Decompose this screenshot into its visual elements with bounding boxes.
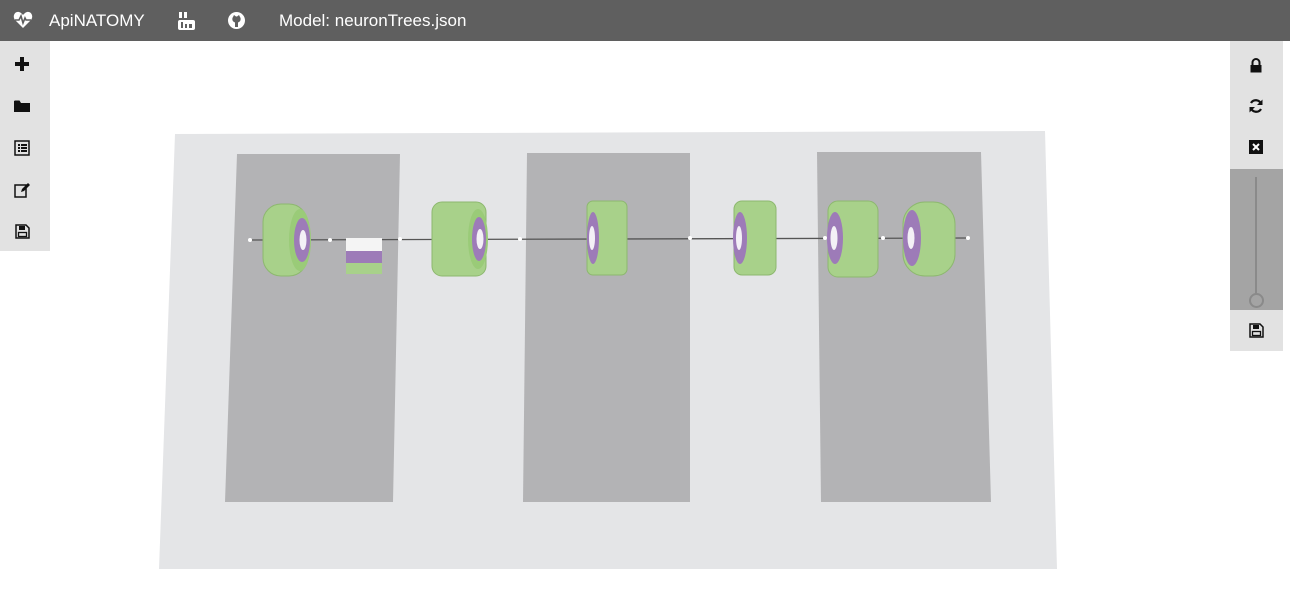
youtube-icon[interactable] bbox=[178, 11, 195, 30]
lyph-2[interactable] bbox=[346, 238, 382, 274]
right-edge bbox=[1283, 41, 1290, 597]
list-icon[interactable] bbox=[0, 128, 44, 168]
panel-left bbox=[225, 154, 400, 502]
top-bar: ApiNATOMY Model: neuronTrees.json bbox=[0, 0, 1290, 41]
save-icon[interactable] bbox=[0, 211, 44, 251]
refresh-icon[interactable] bbox=[1234, 86, 1278, 126]
github-icon[interactable] bbox=[228, 12, 245, 29]
lyph-5[interactable] bbox=[733, 200, 777, 276]
left-toolbar bbox=[0, 41, 50, 251]
lock-icon[interactable] bbox=[1234, 45, 1278, 85]
lyph-1[interactable] bbox=[262, 203, 311, 277]
lyph-6[interactable] bbox=[827, 200, 879, 278]
zoom-slider[interactable] bbox=[1230, 169, 1283, 310]
lyph-7[interactable] bbox=[902, 201, 956, 277]
lyph-3[interactable] bbox=[431, 201, 488, 277]
slider-thumb[interactable] bbox=[1249, 293, 1264, 308]
model-label: Model: neuronTrees.json bbox=[279, 11, 467, 30]
heartbeat-icon[interactable] bbox=[13, 11, 33, 29]
scene-viewport[interactable] bbox=[50, 41, 1230, 597]
lyph-4[interactable] bbox=[586, 200, 628, 276]
slider-track[interactable] bbox=[1255, 177, 1257, 301]
close-icon[interactable] bbox=[1234, 127, 1278, 167]
edit-icon[interactable] bbox=[0, 170, 44, 210]
right-toolbar bbox=[1230, 41, 1283, 351]
scene-canvas[interactable] bbox=[50, 41, 1230, 597]
plus-icon[interactable] bbox=[0, 44, 44, 84]
folder-icon[interactable] bbox=[0, 86, 44, 126]
save-icon[interactable] bbox=[1234, 310, 1278, 350]
app-title[interactable]: ApiNATOMY bbox=[49, 11, 145, 31]
